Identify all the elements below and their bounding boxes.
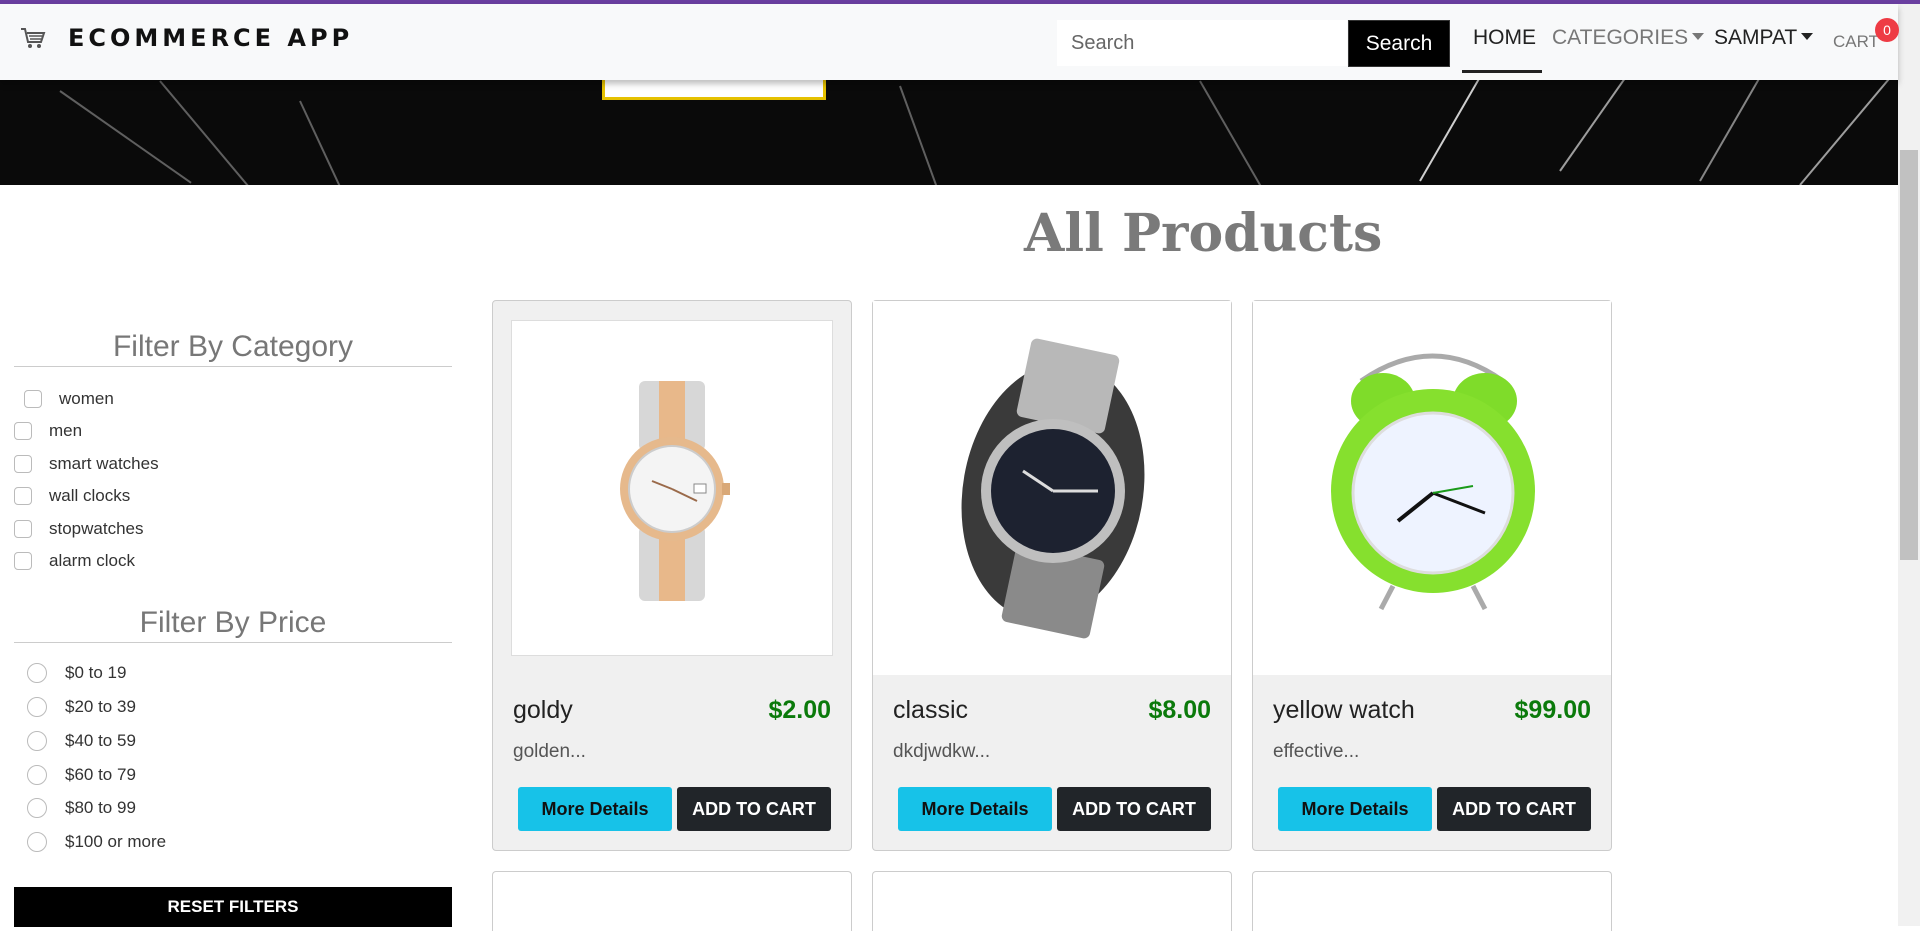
category-checkbox-women[interactable]: women	[24, 389, 114, 409]
product-description: dkdjwdkw...	[893, 741, 991, 762]
nav-home-link[interactable]: HOME	[1473, 26, 1536, 50]
brand[interactable]: ECOMMERCE APP	[20, 24, 353, 52]
brand-title: ECOMMERCE APP	[68, 24, 354, 52]
product-card-partial	[1252, 871, 1612, 931]
price-radio-40-59[interactable]: $40 to 59	[27, 731, 136, 751]
product-card: goldy $2.00 golden... More Details ADD T…	[492, 300, 852, 851]
price-radio-80-99[interactable]: $80 to 99	[27, 798, 136, 818]
price-radio-20-39[interactable]: $20 to 39	[27, 697, 136, 717]
price-label: $40 to 59	[65, 731, 136, 750]
hero-banner	[0, 80, 1898, 185]
product-image[interactable]	[511, 320, 833, 656]
scrollbar-thumb[interactable]	[1900, 150, 1918, 560]
hero-button[interactable]	[602, 80, 826, 100]
price-label: $0 to 19	[65, 663, 127, 682]
category-label: stopwatches	[49, 519, 144, 538]
add-to-cart-button[interactable]: ADD TO CART	[1437, 787, 1591, 831]
product-name: classic	[893, 696, 969, 724]
filter-category-title: Filter By Category	[14, 330, 452, 367]
category-label: wall clocks	[49, 486, 131, 505]
reset-filters-button[interactable]: RESET FILTERS	[14, 887, 452, 927]
search-button[interactable]: Search	[1348, 20, 1450, 67]
category-label: alarm clock	[49, 551, 135, 570]
product-price: $2.00	[768, 696, 831, 724]
navbar: ECOMMERCE APP Search HOME CATEGORIES SAM…	[0, 4, 1899, 80]
product-description: effective...	[1273, 741, 1360, 762]
active-nav-underline	[1462, 70, 1542, 73]
more-details-button[interactable]: More Details	[898, 787, 1052, 831]
product-price: $99.00	[1514, 696, 1591, 724]
checkbox[interactable]	[14, 552, 32, 570]
product-name: yellow watch	[1273, 696, 1415, 724]
category-label: smart watches	[49, 454, 159, 473]
more-details-button[interactable]: More Details	[518, 787, 672, 831]
category-label: men	[49, 421, 83, 440]
product-image[interactable]	[873, 301, 1231, 675]
chevron-down-icon	[1692, 32, 1705, 40]
radio[interactable]	[27, 731, 47, 751]
search-input[interactable]	[1057, 20, 1347, 66]
checkbox[interactable]	[14, 455, 32, 473]
price-label: $60 to 79	[65, 765, 136, 784]
alarm-clock-icon	[1331, 353, 1535, 611]
category-checkbox-smart-watches[interactable]: smart watches	[14, 454, 159, 474]
price-radio-100-plus[interactable]: $100 or more	[27, 832, 166, 852]
nav-cart-link[interactable]: CART	[1833, 32, 1879, 52]
nav-user-dropdown[interactable]: SAMPAT	[1714, 26, 1814, 50]
price-label: $20 to 39	[65, 697, 136, 716]
page-title: All Products	[1024, 203, 1383, 264]
category-checkbox-wall-clocks[interactable]: wall clocks	[14, 486, 130, 506]
product-name: goldy	[513, 696, 573, 724]
category-checkbox-men[interactable]: men	[14, 421, 82, 441]
price-radio-60-79[interactable]: $60 to 79	[27, 765, 136, 785]
add-to-cart-button[interactable]: ADD TO CART	[1057, 787, 1211, 831]
product-card: classic $8.00 dkdjwdkw... More Details A…	[872, 300, 1232, 851]
price-label: $100 or more	[65, 832, 167, 851]
checkbox[interactable]	[14, 520, 32, 538]
product-card-partial	[872, 871, 1232, 931]
checkbox[interactable]	[24, 390, 42, 408]
category-checkbox-alarm-clock[interactable]: alarm clock	[14, 551, 135, 571]
radio[interactable]	[27, 832, 47, 852]
product-card-partial	[492, 871, 852, 931]
cart-count-badge: 0	[1875, 18, 1899, 42]
product-image[interactable]	[1253, 301, 1611, 675]
category-checkbox-stopwatches[interactable]: stopwatches	[14, 519, 144, 539]
cart-icon	[20, 25, 46, 51]
nav-categories-dropdown[interactable]: CATEGORIES	[1552, 26, 1705, 50]
filter-price-title: Filter By Price	[14, 606, 452, 643]
category-label: women	[59, 389, 114, 408]
nav-user-label: SAMPAT	[1714, 26, 1798, 49]
more-details-button[interactable]: More Details	[1278, 787, 1432, 831]
product-description: golden...	[513, 741, 586, 762]
checkbox[interactable]	[14, 487, 32, 505]
price-label: $80 to 99	[65, 798, 136, 817]
price-radio-0-19[interactable]: $0 to 19	[27, 663, 126, 683]
product-card: yellow watch $99.00 effective... More De…	[1252, 300, 1612, 851]
radio[interactable]	[27, 663, 47, 683]
nav-categories-label: CATEGORIES	[1552, 26, 1689, 49]
chevron-down-icon	[1801, 32, 1814, 40]
gold-watch-icon	[620, 381, 730, 601]
steel-watch-icon	[961, 338, 1145, 639]
add-to-cart-button[interactable]: ADD TO CART	[677, 787, 831, 831]
radio[interactable]	[27, 765, 47, 785]
checkbox[interactable]	[14, 422, 32, 440]
radio[interactable]	[27, 798, 47, 818]
product-price: $8.00	[1148, 696, 1211, 724]
radio[interactable]	[27, 697, 47, 717]
